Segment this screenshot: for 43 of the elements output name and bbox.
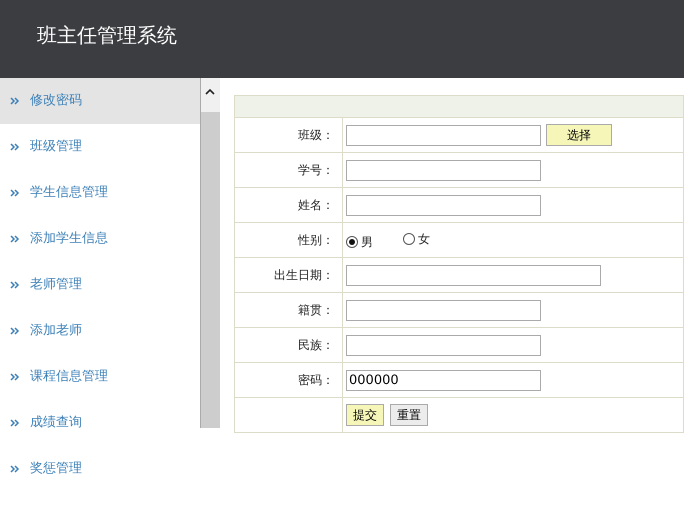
- input-field[interactable]: [346, 264, 601, 286]
- input-field[interactable]: [346, 334, 541, 356]
- sidebar-item[interactable]: 课程信息管理: [0, 354, 200, 400]
- sidebar-item[interactable]: 添加学生信息: [0, 216, 200, 262]
- field-label: 性别：: [234, 222, 342, 258]
- double-chevron-icon: [10, 96, 20, 106]
- input-field[interactable]: [346, 125, 541, 146]
- reset-button[interactable]: 重置: [390, 404, 428, 426]
- sidebar-item[interactable]: 奖惩管理: [0, 446, 200, 492]
- scroll-up-icon[interactable]: [205, 88, 216, 95]
- radio-button[interactable]: [403, 232, 415, 244]
- double-chevron-icon: [10, 372, 20, 382]
- radio-button[interactable]: [346, 236, 358, 248]
- sidebar-item[interactable]: 学生信息管理: [0, 170, 200, 216]
- field-label: 姓名：: [234, 188, 342, 222]
- field-label: 密码：: [234, 362, 342, 398]
- scrollbar[interactable]: [200, 78, 220, 428]
- double-chevron-icon: [10, 326, 20, 336]
- double-chevron-icon: [10, 280, 20, 290]
- input-field[interactable]: [346, 160, 541, 180]
- input-field[interactable]: [346, 194, 541, 216]
- field-label: 籍贯：: [234, 292, 342, 328]
- sidebar-item[interactable]: 老师管理: [0, 262, 200, 308]
- input-field[interactable]: [346, 300, 541, 320]
- sidebar-item[interactable]: 修改密码: [0, 78, 200, 124]
- field-label: 民族：: [234, 328, 342, 362]
- radio-label[interactable]: 男: [361, 232, 373, 250]
- input-field[interactable]: 000000: [346, 370, 541, 390]
- double-chevron-icon: [10, 142, 20, 152]
- radio-label[interactable]: 女: [418, 230, 430, 248]
- double-chevron-icon: [10, 188, 20, 198]
- field-label: 学号：: [234, 152, 342, 188]
- double-chevron-icon: [10, 464, 20, 474]
- sidebar-item[interactable]: 添加老师: [0, 308, 200, 354]
- field-label: 出生日期：: [234, 258, 342, 292]
- double-chevron-icon: [10, 418, 20, 428]
- submit-button[interactable]: 提交: [346, 404, 384, 426]
- app-title: 班主任管理系统: [37, 22, 178, 48]
- field-label: 班级：: [234, 118, 342, 152]
- sidebar-item[interactable]: 班级管理: [0, 124, 200, 170]
- double-chevron-icon: [10, 234, 20, 244]
- sidebar-item[interactable]: 成绩查询: [0, 400, 200, 446]
- select-button[interactable]: 选择: [546, 124, 612, 146]
